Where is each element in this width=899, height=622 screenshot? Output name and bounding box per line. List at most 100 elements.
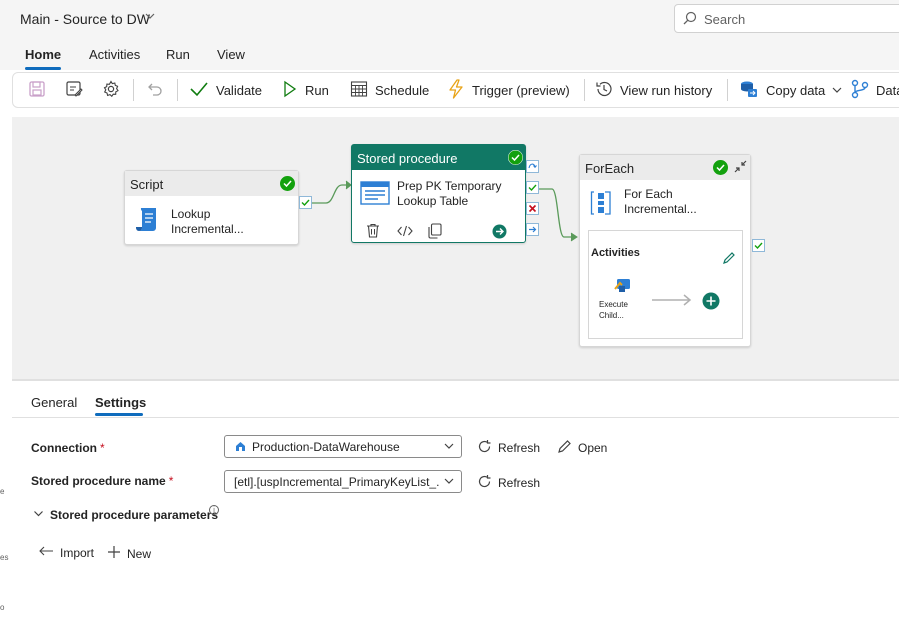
- pipeline-title[interactable]: Main - Source to DW: [20, 11, 150, 27]
- connection-value: Production-DataWarehouse: [252, 440, 400, 454]
- search-input[interactable]: Search: [704, 12, 745, 27]
- dataflow-button[interactable]: Data: [851, 73, 899, 107]
- node-name-line2: Lookup Table: [397, 194, 469, 208]
- stored-procedure-parameters-toggle[interactable]: Stored procedure parameters: [33, 508, 218, 522]
- script-activity-node[interactable]: Script Lookup Incremental...: [124, 170, 299, 245]
- delete-icon[interactable]: [366, 223, 380, 241]
- required-mark: *: [100, 441, 105, 455]
- connection-select[interactable]: Production-DataWarehouse: [224, 435, 462, 458]
- on-success-port[interactable]: [752, 239, 765, 252]
- chevron-down-icon: [33, 508, 44, 522]
- lightning-icon: [447, 78, 465, 102]
- refresh-label: Refresh: [498, 441, 541, 455]
- execute-pipeline-icon: [614, 277, 632, 298]
- run-label: Run: [305, 82, 329, 98]
- panel-divider[interactable]: [12, 379, 899, 381]
- edit-pencil-icon[interactable]: [722, 251, 736, 268]
- view-run-history-button[interactable]: View run history: [595, 73, 712, 107]
- script-icon: [134, 206, 162, 237]
- title-bar: Main - Source to DW Search: [0, 0, 899, 40]
- search-box[interactable]: Search: [674, 4, 899, 33]
- new-parameter-button[interactable]: New: [107, 545, 151, 562]
- node-type-label: Stored procedure: [357, 151, 458, 166]
- refresh-icon: [477, 474, 492, 492]
- node-name-line1: For Each: [624, 187, 673, 201]
- stored-procedure-parameters-label: Stored procedure parameters: [50, 508, 219, 522]
- validate-label: Validate: [216, 82, 263, 98]
- trigger-label: Trigger (preview): [472, 82, 570, 98]
- copy-data-button[interactable]: Copy data: [739, 73, 842, 107]
- on-failure-port[interactable]: [526, 202, 539, 215]
- success-icon: [508, 150, 523, 165]
- toolbar-divider: [177, 79, 178, 101]
- tab-general[interactable]: General: [31, 395, 77, 410]
- foreach-activity-node[interactable]: ForEach For Each Incremental... Activiti…: [579, 154, 751, 347]
- tab-run[interactable]: Run: [166, 47, 190, 62]
- ribbon-tabs: Home Activities Run View: [0, 40, 899, 70]
- undo-button[interactable]: [146, 73, 164, 107]
- open-connection-button[interactable]: Open: [557, 439, 607, 457]
- refresh-stored-procedures-button[interactable]: Refresh: [477, 474, 540, 492]
- schedule-button[interactable]: Schedule: [350, 73, 429, 107]
- view-run-history-label: View run history: [620, 82, 713, 98]
- undo-icon: [146, 80, 164, 101]
- required-mark: *: [168, 474, 174, 488]
- node-name-line1: Lookup: [171, 207, 211, 221]
- code-icon[interactable]: [397, 224, 413, 241]
- tab-view[interactable]: View: [217, 47, 245, 62]
- open-label: Open: [578, 441, 608, 455]
- pipeline-canvas[interactable]: Script Lookup Incremental... Stored proc…: [12, 117, 899, 379]
- foreach-icon: [590, 189, 612, 220]
- validate-button[interactable]: Validate: [189, 73, 262, 107]
- foreach-activities-container[interactable]: Activities Execute Child...: [588, 230, 743, 339]
- import-button[interactable]: Import: [38, 545, 94, 560]
- stored-procedure-select[interactable]: [etl].[uspIncremental_PrimaryKeyList_...: [224, 470, 462, 493]
- node-name-line2: Incremental...: [624, 202, 697, 216]
- trigger-button[interactable]: Trigger (preview): [447, 73, 570, 107]
- plus-icon: [107, 545, 121, 562]
- toolbar-divider: [133, 79, 134, 101]
- left-edge-fragment: e: [0, 487, 5, 496]
- arrow-circle-icon[interactable]: [492, 224, 507, 242]
- collapse-icon[interactable]: [733, 159, 748, 177]
- activities-title: Activities: [591, 247, 640, 259]
- chevron-down-icon: [832, 83, 842, 98]
- import-label: Import: [60, 545, 95, 560]
- on-success-port[interactable]: [299, 196, 312, 209]
- settings-button[interactable]: [102, 73, 120, 107]
- tab-home[interactable]: Home: [25, 47, 61, 62]
- refresh-label: Refresh: [498, 476, 541, 490]
- chevron-down-icon: [444, 440, 454, 454]
- stored-procedure-icon: [360, 181, 390, 208]
- tab-settings[interactable]: Settings: [95, 395, 146, 410]
- tab-activities[interactable]: Activities: [89, 47, 140, 62]
- run-button[interactable]: Run: [282, 73, 329, 107]
- dataflow-label: Data: [876, 82, 899, 98]
- on-skip-port[interactable]: [526, 160, 539, 173]
- info-icon[interactable]: i: [209, 505, 219, 515]
- schedule-label: Schedule: [375, 82, 430, 98]
- stored-procedure-value: [etl].[uspIncremental_PrimaryKeyList_...: [234, 475, 439, 489]
- active-tab-indicator: [25, 67, 61, 70]
- add-activity-icon[interactable]: [702, 292, 720, 313]
- node-type-label: ForEach: [585, 161, 635, 176]
- success-icon: [280, 176, 295, 191]
- child-activity-line2: Child...: [599, 311, 624, 320]
- calendar-icon: [350, 80, 368, 101]
- node-header: Script: [125, 171, 298, 196]
- save-button[interactable]: [28, 73, 46, 107]
- node-name-line1: Prep PK Temporary: [397, 179, 502, 193]
- child-activity-line1: Execute: [599, 300, 628, 309]
- refresh-connection-button[interactable]: Refresh: [477, 439, 540, 457]
- chevron-down-icon[interactable]: [145, 11, 155, 24]
- chevron-down-icon: [444, 475, 454, 489]
- save-as-button[interactable]: [65, 73, 83, 107]
- stored-procedure-activity-node[interactable]: Stored procedure Prep PK Temporary Looku…: [351, 144, 526, 243]
- checkmark-icon: [189, 80, 209, 101]
- arrow-right-icon: [651, 293, 693, 310]
- copy-icon[interactable]: [428, 223, 442, 242]
- on-completion-port[interactable]: [526, 223, 539, 236]
- edit-pencil-icon: [557, 439, 572, 457]
- on-success-port[interactable]: [526, 181, 539, 194]
- connection-label: Connection *: [31, 441, 105, 455]
